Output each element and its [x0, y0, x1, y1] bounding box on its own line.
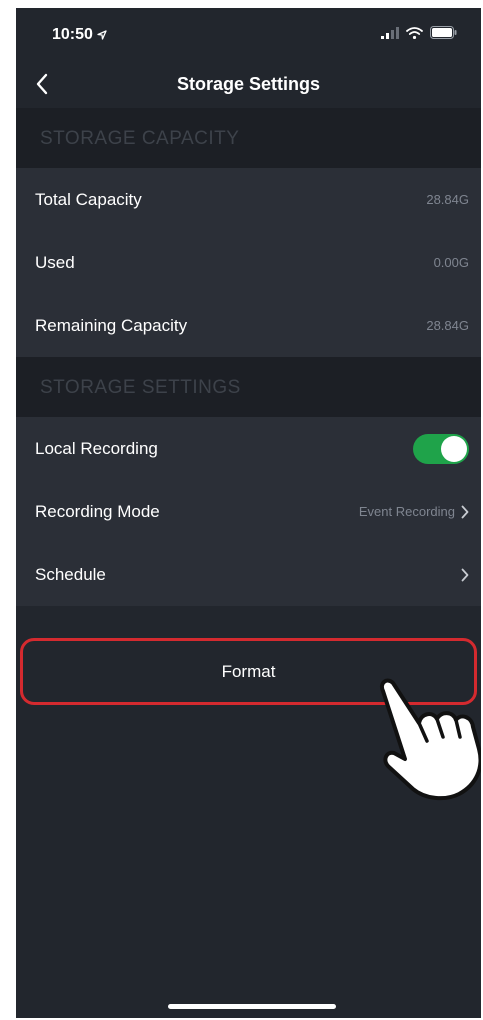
remaining-capacity-row: Remaining Capacity 28.84G — [16, 294, 481, 357]
storage-capacity-header: STORAGE CAPACITY — [16, 108, 481, 168]
schedule-label: Schedule — [35, 564, 106, 584]
recording-mode-value: Event Recording — [358, 504, 455, 519]
format-button-label: Format — [221, 661, 276, 681]
remaining-capacity-label: Remaining Capacity — [35, 315, 188, 335]
recording-mode-row[interactable]: Recording Mode Event Recording — [16, 480, 481, 543]
battery-icon — [430, 26, 457, 39]
signal-icon — [381, 26, 399, 39]
chevron-right-icon — [461, 568, 469, 582]
used-label: Used — [35, 252, 75, 272]
used-value: 0.00G — [433, 255, 469, 270]
recording-mode-value-group: Event Recording — [359, 504, 469, 519]
location-arrow-icon — [97, 30, 107, 40]
storage-capacity-group: Total Capacity 28.84G Used 0.00G Remaini… — [16, 168, 481, 357]
status-icons — [381, 26, 457, 39]
local-recording-row: Local Recording — [16, 417, 481, 480]
storage-capacity-header-text: STORAGE CAPACITY — [40, 128, 240, 149]
total-capacity-value: 28.84G — [426, 192, 469, 207]
navigation-bar: Storage Settings — [16, 60, 481, 108]
status-bar: 10:50 — [16, 8, 481, 60]
storage-settings-header-text: STORAGE SETTINGS — [40, 377, 241, 398]
status-time-text: 10:50 — [52, 26, 93, 43]
chevron-right-icon — [461, 505, 469, 519]
total-capacity-label: Total Capacity — [35, 189, 142, 209]
home-indicator — [168, 1004, 336, 1009]
recording-mode-label: Recording Mode — [35, 501, 160, 521]
toggle-knob — [441, 435, 467, 462]
storage-settings-group: Local Recording Recording Mode Event Rec… — [16, 417, 481, 606]
storage-settings-header: STORAGE SETTINGS — [16, 357, 481, 417]
used-row: Used 0.00G — [16, 231, 481, 294]
local-recording-label: Local Recording — [35, 438, 158, 458]
local-recording-toggle[interactable] — [413, 433, 469, 464]
wifi-icon — [406, 26, 423, 39]
status-time: 10:50 — [52, 26, 107, 44]
remaining-capacity-value: 28.84G — [426, 318, 469, 333]
phone-screen: 10:50 Storage Settings STORAGE CAPACITY … — [16, 8, 481, 1018]
total-capacity-row: Total Capacity 28.84G — [16, 168, 481, 231]
page-title: Storage Settings — [176, 74, 321, 94]
pointing-hand-icon — [380, 678, 481, 801]
schedule-row[interactable]: Schedule — [16, 543, 481, 606]
